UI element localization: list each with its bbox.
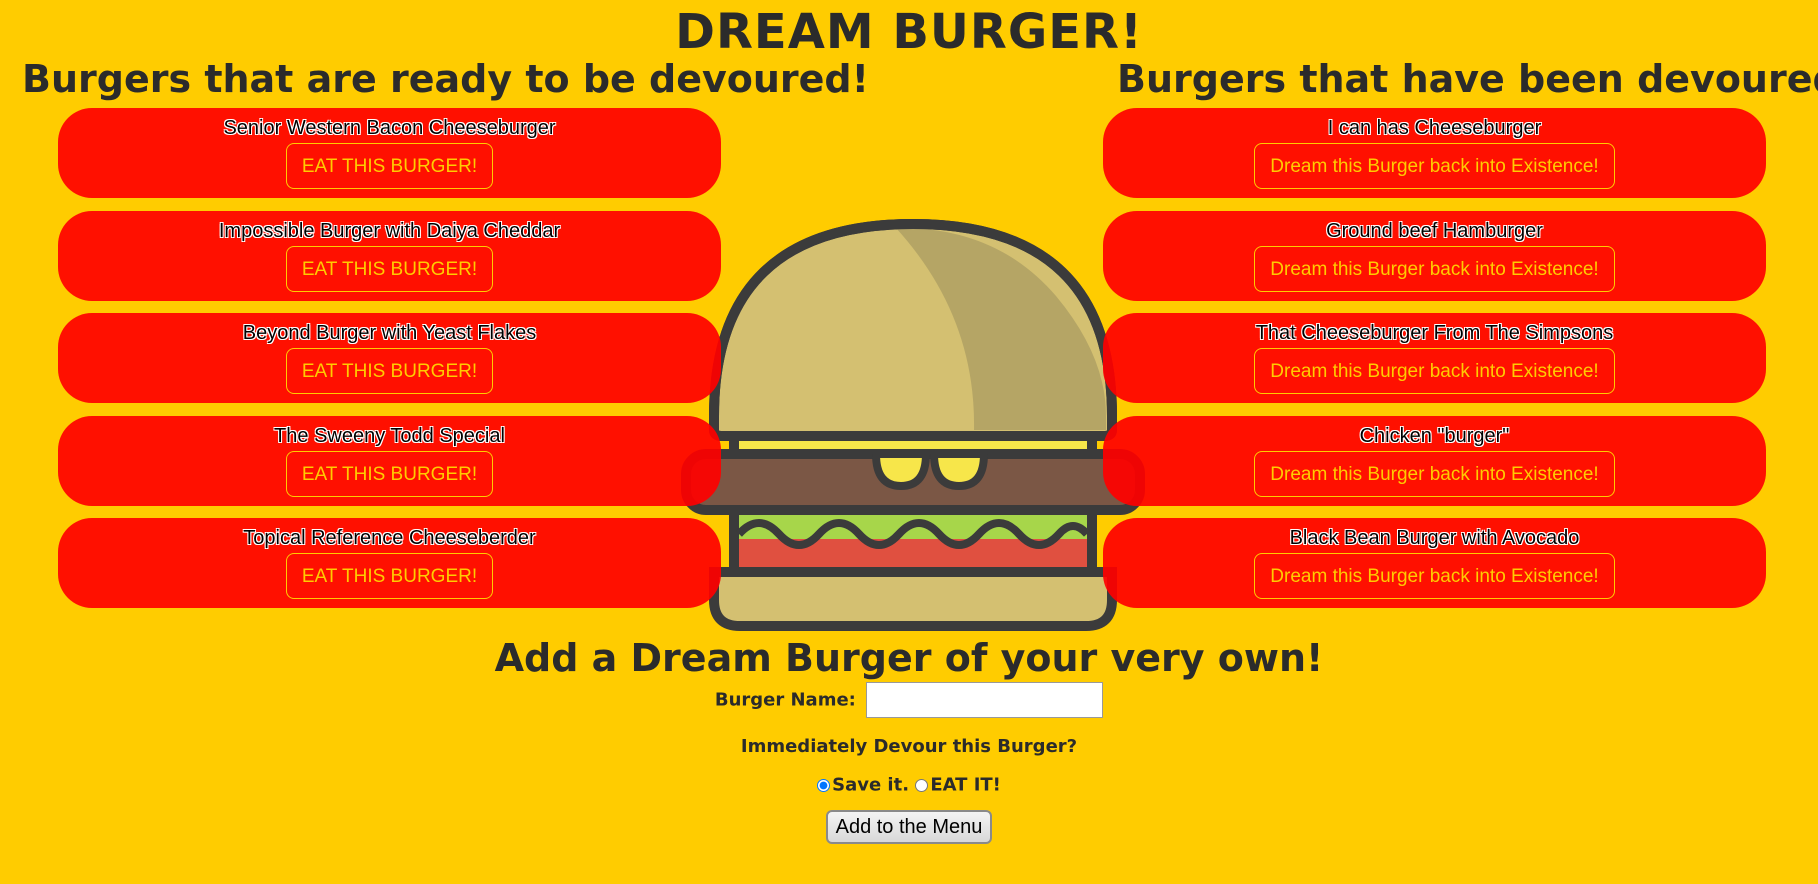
burger-name: Black Bean Burger with Avocado (1289, 527, 1580, 549)
dream-back-button[interactable]: Dream this Burger back into Existence! (1254, 348, 1615, 394)
burger-name: Topical Reference Cheeseberder (243, 527, 536, 549)
add-to-menu-button[interactable]: Add to the Menu (825, 810, 993, 844)
eat-burger-button[interactable]: EAT THIS BURGER! (285, 553, 494, 599)
ready-burger-card: The Sweeny Todd Special EAT THIS BURGER! (58, 415, 721, 506)
burger-name: The Sweeny Todd Special (274, 424, 505, 447)
burger-name: Senior Western Bacon Cheeseburger (223, 117, 556, 139)
ready-burger-card: Topical Reference Cheeseberder EAT THIS … (58, 518, 721, 608)
burger-name-input[interactable] (866, 682, 1104, 718)
devoured-burger-card: Black Bean Burger with Avocado Dream thi… (1103, 518, 1766, 608)
eat-it-radio[interactable] (915, 778, 929, 792)
eat-burger-button[interactable]: EAT THIS BURGER! (285, 348, 494, 394)
burger-name: Impossible Burger with Daiya Cheddar (218, 219, 561, 242)
ready-burger-card: Impossible Burger with Daiya Cheddar EAT… (58, 210, 721, 301)
ready-burger-card: Beyond Burger with Yeast Flakes EAT THIS… (58, 313, 721, 403)
save-it-radio[interactable] (817, 778, 831, 792)
page-title: DREAM BURGER! (675, 4, 1143, 60)
devoured-burger-card: I can has Cheeseburger Dream this Burger… (1103, 108, 1766, 198)
ready-burgers-list: Senior Western Bacon Cheeseburger EAT TH… (58, 108, 721, 621)
devour-options: Save it. EAT IT! (0, 774, 1818, 796)
add-burger-heading: Add a Dream Burger of your very own! (494, 636, 1324, 680)
burger-icon (681, 218, 1145, 631)
ready-heading: Burgers that are ready to be devoured! (22, 57, 869, 101)
submit-wrapper: Add to the Menu (0, 810, 1818, 844)
dream-back-button[interactable]: Dream this Burger back into Existence! (1254, 245, 1615, 292)
devoured-burger-card: That Cheeseburger From The Simpsons Drea… (1103, 313, 1766, 403)
devoured-heading: Burgers that have been devoured! (1117, 57, 1818, 101)
eat-burger-button[interactable]: EAT THIS BURGER! (285, 450, 494, 497)
dream-back-button[interactable]: Dream this Burger back into Existence! (1254, 143, 1615, 189)
eat-it-label: EAT IT! (930, 774, 1001, 796)
eat-burger-button[interactable]: EAT THIS BURGER! (285, 143, 494, 189)
dream-back-button[interactable]: Dream this Burger back into Existence! (1254, 553, 1615, 599)
save-it-label: Save it. (832, 774, 910, 796)
burger-name: Ground beef Hamburger (1326, 219, 1543, 242)
devour-question: Immediately Devour this Burger? (740, 736, 1078, 757)
burger-name-row: Burger Name: (0, 682, 1818, 718)
ready-burger-card: Senior Western Bacon Cheeseburger EAT TH… (58, 108, 721, 198)
burger-name: I can has Cheeseburger (1327, 117, 1542, 139)
burger-name-label: Burger Name: (714, 689, 856, 711)
burger-name: Chicken "burger" (1359, 424, 1510, 447)
eat-burger-button[interactable]: EAT THIS BURGER! (285, 245, 494, 292)
devoured-burgers-list: I can has Cheeseburger Dream this Burger… (1103, 108, 1766, 621)
burger-name: Beyond Burger with Yeast Flakes (242, 322, 537, 344)
dream-back-button[interactable]: Dream this Burger back into Existence! (1254, 450, 1615, 497)
devoured-burger-card: Ground beef Hamburger Dream this Burger … (1103, 210, 1766, 301)
burger-name: That Cheeseburger From The Simpsons (1255, 322, 1614, 344)
devoured-burger-card: Chicken "burger" Dream this Burger back … (1103, 415, 1766, 506)
